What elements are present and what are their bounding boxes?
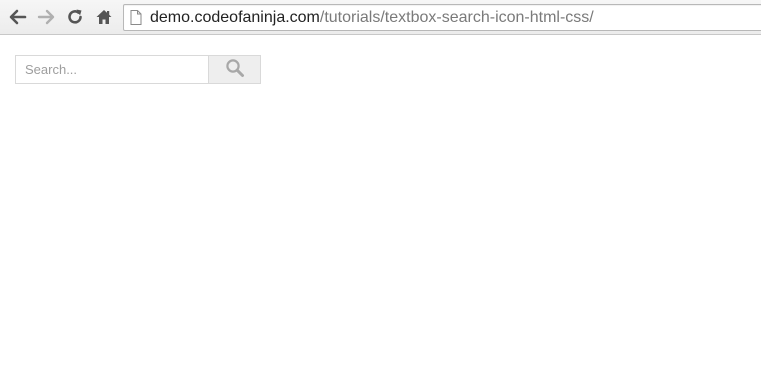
- back-button[interactable]: [7, 6, 29, 28]
- home-icon: [95, 8, 113, 26]
- home-button[interactable]: [93, 6, 115, 28]
- reload-icon: [66, 8, 84, 26]
- search-button[interactable]: [208, 55, 261, 84]
- magnifier-icon: [225, 58, 245, 81]
- forward-button[interactable]: [35, 6, 57, 28]
- url-path: /tutorials/textbox-search-icon-html-css/: [319, 9, 594, 26]
- search-form: [15, 55, 261, 84]
- search-input[interactable]: [15, 55, 209, 84]
- address-bar[interactable]: demo.codeofaninja.com/tutorials/textbox-…: [123, 4, 761, 31]
- forward-arrow-icon: [37, 9, 55, 25]
- url-text: demo.codeofaninja.com/tutorials/textbox-…: [150, 9, 594, 27]
- url-domain: demo.codeofaninja.com: [150, 9, 320, 26]
- browser-toolbar: demo.codeofaninja.com/tutorials/textbox-…: [0, 0, 761, 35]
- back-arrow-icon: [9, 9, 27, 25]
- page-icon: [130, 10, 142, 30]
- reload-button[interactable]: [64, 6, 86, 28]
